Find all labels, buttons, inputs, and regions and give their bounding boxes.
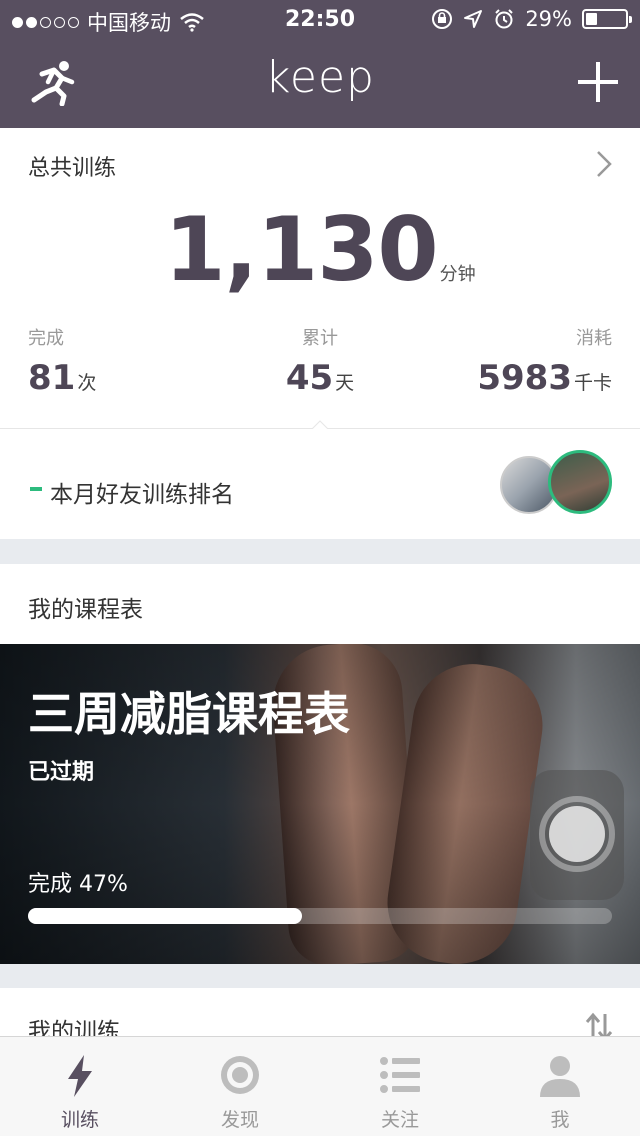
- lightning-icon: [68, 1055, 92, 1097]
- total-minutes-unit: 分钟: [439, 264, 476, 285]
- friend-avatar[interactable]: [548, 450, 612, 514]
- stat-unit: 千卡: [573, 372, 612, 394]
- tab-following[interactable]: 关注: [320, 1037, 480, 1136]
- alarm-icon: [495, 9, 514, 29]
- accent-dash: [30, 487, 42, 491]
- training-summary-card[interactable]: 总共训练 1,130 分钟 完成 81 次 累计 45 天 消耗 5983 千卡: [0, 128, 640, 428]
- tab-discover[interactable]: 发现: [160, 1037, 320, 1136]
- tab-label: 发现: [220, 1109, 259, 1131]
- course-progress-label: 完成 47%: [28, 872, 128, 897]
- battery-percent: 29%: [525, 7, 572, 31]
- chevron-right-icon[interactable]: [596, 150, 612, 178]
- person-icon: [540, 1056, 580, 1097]
- summary-title: 总共训练: [28, 156, 117, 181]
- stat-value: 45: [285, 358, 334, 398]
- app-logo: keep: [265, 52, 375, 103]
- stat-calories: 消耗 5983 千卡: [477, 324, 612, 398]
- status-bar: 中国移动 22:50 29%: [0, 0, 640, 40]
- tab-label: 关注: [380, 1109, 419, 1131]
- friend-ranking-row[interactable]: 本月好友训练排名: [0, 429, 640, 539]
- tab-bar: 训练 发现 关注 我: [0, 1036, 640, 1136]
- assistive-touch-button[interactable]: [530, 770, 624, 900]
- schedule-section-title: 我的课程表: [28, 597, 143, 623]
- friend-ranking-label: 本月好友训练排名: [50, 482, 234, 508]
- navbar: keep: [0, 40, 640, 128]
- target-icon: [221, 1056, 259, 1094]
- course-progress-bar: [28, 908, 612, 924]
- battery-icon: [582, 9, 632, 29]
- stat-value: 5983: [477, 358, 572, 398]
- stat-label: 消耗: [576, 328, 612, 349]
- tab-me[interactable]: 我: [480, 1037, 640, 1136]
- total-minutes-value: 1,130: [164, 198, 438, 301]
- tab-training[interactable]: 训练: [0, 1037, 160, 1136]
- top-bar: 中国移动 22:50 29% keep: [0, 0, 640, 128]
- schedule-section-header: 我的课程表: [0, 564, 640, 644]
- location-icon: [464, 10, 483, 28]
- course-title: 三周减脂课程表: [28, 687, 350, 741]
- plus-icon[interactable]: [578, 62, 618, 102]
- stat-unit: 天: [335, 372, 355, 394]
- course-status: 已过期: [28, 760, 95, 785]
- tab-label: 我: [550, 1109, 570, 1131]
- list-icon: [380, 1057, 420, 1093]
- rotation-lock-icon: [432, 9, 453, 29]
- total-minutes: 1,130 分钟: [0, 198, 640, 301]
- tab-label: 训练: [60, 1109, 99, 1131]
- course-progress-fill: [28, 908, 303, 924]
